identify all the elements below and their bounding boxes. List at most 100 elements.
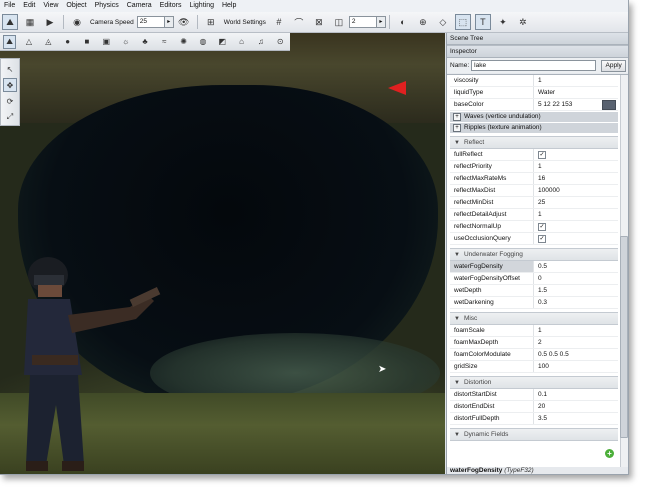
menu-view[interactable]: View [39, 0, 62, 12]
eye-icon[interactable]: 👁 [176, 14, 192, 30]
sphere-icon[interactable]: ● [61, 35, 74, 49]
gizmo-arrow-icon[interactable] [388, 81, 406, 95]
value-text[interactable]: 25 [538, 199, 545, 206]
property-value[interactable]: 1 [534, 209, 618, 220]
checkbox[interactable]: ✓ [538, 223, 546, 231]
waves-subgroup[interactable]: + Waves (vertice undulation) [450, 112, 618, 122]
camera-speed-input[interactable]: 25 [136, 16, 165, 28]
dynamic-fields-header[interactable]: ▼ Dynamic Fields [450, 428, 618, 441]
value-text[interactable]: 100000 [538, 187, 560, 194]
property-value[interactable]: ✓ [534, 221, 618, 232]
property-value[interactable]: 2 [534, 337, 618, 348]
snap-arrow-icon[interactable]: ▸ [376, 16, 386, 28]
property-row[interactable]: waterFogDensityOffset 0 [450, 273, 618, 285]
apply-button[interactable]: Apply [601, 59, 626, 72]
menu-file[interactable]: File [0, 0, 19, 12]
value-text[interactable]: 0.1 [538, 391, 547, 398]
menu-physics[interactable]: Physics [91, 0, 123, 12]
menu-help[interactable]: Help [218, 0, 240, 12]
value-text[interactable]: 2 [538, 339, 542, 346]
snap-value-input[interactable]: 2 [348, 16, 377, 28]
value-text[interactable]: 3.5 [538, 415, 547, 422]
collapse-triangle-icon[interactable]: ▼ [454, 380, 460, 386]
property-row[interactable]: reflectPriority 1 [450, 161, 618, 173]
shape-icon[interactable]: ⊙ [274, 35, 287, 49]
property-row[interactable]: distortFullDepth 3.5 [450, 413, 618, 425]
property-value[interactable]: 3.5 [534, 413, 618, 424]
base-color-value[interactable]: 5 12 22 153 [538, 101, 572, 108]
decal-icon[interactable]: ☼ [119, 35, 132, 49]
world-settings-label[interactable]: World Settings [224, 19, 266, 26]
gear-icon[interactable]: ✲ [515, 14, 531, 30]
menu-camera[interactable]: Camera [123, 0, 156, 12]
menu-lighting[interactable]: Lighting [185, 0, 218, 12]
soldier-model[interactable] [20, 255, 170, 474]
property-row[interactable]: waterFogDensity 0.5 [450, 261, 618, 273]
mesh-road-icon[interactable]: ◬ [42, 35, 55, 49]
collapse-triangle-icon[interactable]: ▼ [454, 252, 460, 258]
property-value[interactable]: 0.1 [534, 389, 618, 400]
menu-editors[interactable]: Editors [156, 0, 186, 12]
snap-center-icon[interactable]: ⊕ [415, 14, 431, 30]
world-settings-icon[interactable]: ⊞ [203, 14, 219, 30]
navmesh-icon[interactable]: ⌂ [235, 35, 248, 49]
property-value[interactable]: ✓ [534, 149, 618, 160]
value-text[interactable]: 0.3 [538, 299, 547, 306]
snap-bounds-icon[interactable]: ◇ [435, 14, 451, 30]
group-header[interactable]: ▼ Underwater Fogging [450, 248, 618, 261]
gui-editor-icon[interactable]: ▦ [22, 14, 38, 30]
sound-icon[interactable]: ♫ [254, 35, 267, 49]
property-row[interactable]: foamScale 1 [450, 325, 618, 337]
value-text[interactable]: 1 [538, 163, 542, 170]
world-editor-icon[interactable]: ⛰ [2, 14, 18, 30]
property-row[interactable]: foamColorModulate 0.5 0.5 0.5 [450, 349, 618, 361]
collapse-triangle-icon[interactable]: ▼ [454, 316, 460, 322]
particle-icon[interactable]: ✺ [177, 35, 190, 49]
value-text[interactable]: 0 [538, 275, 542, 282]
text-icon[interactable]: T [474, 14, 491, 30]
property-row[interactable]: fullReflect ✓ [450, 149, 618, 161]
scrollbar-thumb[interactable] [620, 236, 628, 438]
property-row[interactable]: reflectNormalUp ✓ [450, 221, 618, 233]
property-value[interactable]: ✓ [534, 233, 618, 244]
grid-icon[interactable]: # [271, 14, 287, 30]
expand-icon[interactable]: + [453, 113, 461, 121]
value-text[interactable]: 0.5 [538, 263, 547, 270]
property-value[interactable]: 1 [534, 161, 618, 172]
value-text[interactable]: 0.5 0.5 0.5 [538, 351, 569, 358]
collapse-triangle-icon[interactable]: ▼ [454, 140, 460, 146]
value-text[interactable]: 1.5 [538, 287, 547, 294]
inspector-scrollbar[interactable] [620, 75, 628, 467]
value-text[interactable]: 16 [538, 175, 545, 182]
color-swatch[interactable] [602, 100, 616, 110]
property-value[interactable]: Water [534, 87, 618, 98]
property-value[interactable]: 100000 [534, 185, 618, 196]
property-row[interactable]: foamMaxDepth 2 [450, 337, 618, 349]
selection-box-icon[interactable]: ⬚ [454, 14, 471, 30]
property-row[interactable]: reflectMaxDist 100000 [450, 185, 618, 197]
scale-icon[interactable]: ⤢ [3, 110, 17, 124]
group-header[interactable]: ▼ Misc [450, 312, 618, 325]
property-row[interactable]: viscosity 1 [450, 75, 618, 87]
camera-speed-arrow-icon[interactable]: ▸ [164, 16, 174, 28]
play-icon[interactable]: ▶ [42, 14, 58, 30]
object-icon[interactable]: ◐ [395, 14, 411, 30]
value-text[interactable]: 1 [538, 327, 542, 334]
terrain-painter-icon[interactable]: ⛰ [3, 34, 17, 49]
snap-icon[interactable]: ⌒ [291, 14, 307, 30]
property-value[interactable]: 5 12 22 153 [534, 99, 618, 110]
property-row[interactable]: reflectDetailAdjust 1 [450, 209, 618, 221]
property-value[interactable]: 100 [534, 361, 618, 372]
add-field-icon[interactable]: + [605, 449, 614, 458]
property-value[interactable]: 25 [534, 197, 618, 208]
value-text[interactable]: 20 [538, 403, 545, 410]
property-row[interactable]: baseColor 5 12 22 153 [450, 99, 618, 111]
property-value[interactable]: 0 [534, 273, 618, 284]
property-value[interactable]: 16⇕ [534, 173, 628, 184]
property-row[interactable]: wetDarkening 0.3 [450, 297, 618, 309]
menu-object[interactable]: Object [62, 0, 90, 12]
property-row[interactable]: distortEndDist 20 [450, 401, 618, 413]
3d-viewport[interactable]: ➤ [0, 33, 445, 474]
checkbox[interactable]: ✓ [538, 235, 546, 243]
property-row[interactable]: liquidType Water [450, 87, 618, 99]
